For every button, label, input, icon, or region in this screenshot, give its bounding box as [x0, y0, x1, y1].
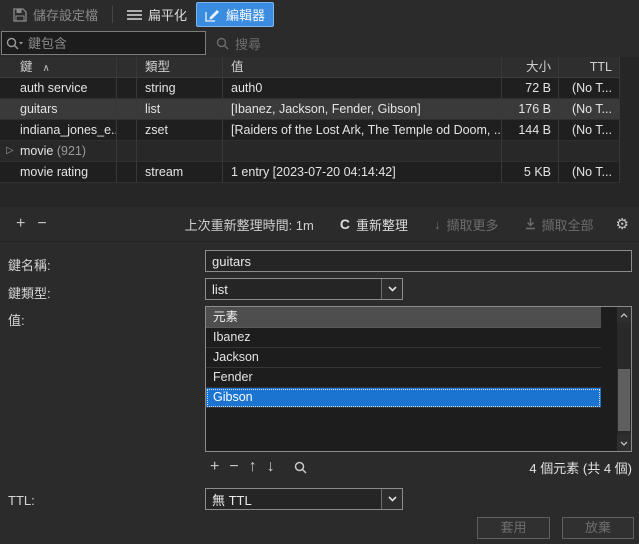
- fetch-all-icon: [525, 218, 536, 230]
- value-list: 元素 Ibanez Jackson Fender Gibson: [205, 306, 632, 452]
- key-filter-input[interactable]: [24, 35, 205, 51]
- value-list-scrollbar[interactable]: [617, 307, 631, 451]
- gear-icon[interactable]: ⚙: [616, 215, 629, 233]
- ttl-label: TTL:: [8, 493, 35, 508]
- fetch-more-button[interactable]: ↓ 擷取更多: [434, 215, 499, 234]
- value-label: 值:: [8, 313, 25, 328]
- key-name-label: 鍵名稱:: [8, 258, 51, 273]
- ttl-select[interactable]: 無 TTL: [205, 488, 403, 510]
- tree-toolbar: + − 上次重新整理時間: 1m C 重新整理 ↓ 擷取更多 擷取全部 ⚙: [0, 207, 639, 241]
- chevron-down-icon[interactable]: [381, 279, 402, 299]
- scrollbar-thumb[interactable]: [618, 369, 630, 431]
- refresh-label: 重新整理: [356, 217, 409, 233]
- search-filter-icon[interactable]: [6, 37, 24, 50]
- fetch-more-icon: ↓: [434, 216, 441, 232]
- value-list-footer: + − ↑ ↓ 4 個元素 (共 4 個): [205, 457, 632, 477]
- add-key-button[interactable]: +: [10, 216, 31, 232]
- apply-button[interactable]: 套用: [477, 517, 550, 539]
- search-icon: [216, 37, 229, 50]
- search-button-label: 搜尋: [235, 36, 262, 52]
- key-name-input[interactable]: [205, 250, 632, 272]
- list-item-selected[interactable]: Gibson: [206, 388, 601, 408]
- fetch-all-label: 擷取全部: [541, 217, 594, 233]
- chevron-down-icon[interactable]: [381, 489, 402, 509]
- column-header-size[interactable]: 大小: [502, 57, 559, 78]
- flatten-label: 扁平化: [148, 8, 188, 23]
- toolbar-separator: [112, 6, 114, 23]
- save-config-button[interactable]: 儲存設定檔: [4, 2, 107, 27]
- flatten-list-icon: [127, 9, 143, 21]
- table-row[interactable]: indiana_jones_e... zset [Raiders of the …: [0, 120, 639, 141]
- sort-ascending-icon: ∧: [42, 63, 50, 74]
- column-header-ttl[interactable]: TTL: [559, 57, 620, 78]
- expand-triangle-icon[interactable]: ▷: [6, 141, 14, 161]
- fetch-more-label: 擷取更多: [446, 217, 499, 233]
- list-item[interactable]: Fender: [206, 368, 601, 388]
- key-type-value: list: [212, 281, 228, 297]
- key-table-header: 鍵 ∧ 類型 值 大小 TTL: [0, 57, 639, 78]
- refresh-icon: C: [339, 216, 350, 232]
- last-refresh-text: 上次重新整理時間: 1m: [184, 217, 314, 233]
- key-filter-box: [1, 31, 206, 55]
- ttl-value: 無 TTL: [212, 492, 252, 508]
- value-list-column-header[interactable]: 元素: [206, 307, 601, 328]
- table-row-selected[interactable]: guitars list [Ibanez, Jackson, Fender, G…: [0, 99, 639, 120]
- refresh-button[interactable]: C 重新整理: [340, 215, 408, 234]
- list-item[interactable]: Ibanez: [206, 328, 601, 348]
- search-button[interactable]: 搜尋: [216, 34, 261, 53]
- remove-key-button[interactable]: −: [31, 216, 52, 232]
- move-up-button[interactable]: ↑: [244, 459, 262, 475]
- column-header-key[interactable]: 鍵 ∧: [0, 57, 117, 78]
- save-config-label: 儲存設定檔: [33, 8, 99, 23]
- value-editor: 鍵名稱: 鍵類型: list 值: 元素 Ibanez Jackson Fend…: [0, 241, 639, 544]
- remove-element-button[interactable]: −: [224, 459, 243, 475]
- flatten-button[interactable]: 扁平化: [118, 2, 196, 27]
- search-row: 搜尋: [0, 29, 639, 57]
- editor-button[interactable]: 編輯器: [196, 2, 275, 27]
- scroll-up-icon[interactable]: [617, 307, 631, 323]
- discard-button[interactable]: 放棄: [562, 517, 634, 539]
- key-type-select[interactable]: list: [205, 278, 403, 300]
- editor-label: 編輯器: [226, 8, 266, 23]
- table-row-expandable[interactable]: ▷ movie (921): [0, 141, 639, 162]
- redis-editor-window: 儲存設定檔 扁平化 編輯器 搜尋: [0, 0, 639, 544]
- move-down-button[interactable]: ↓: [262, 459, 280, 475]
- column-header-spacer[interactable]: [117, 57, 137, 78]
- search-elements-icon[interactable]: [294, 461, 307, 474]
- column-header-value[interactable]: 值: [223, 57, 502, 78]
- key-child-count: (921): [56, 144, 87, 158]
- key-type-label: 鍵類型:: [8, 286, 51, 301]
- main-toolbar: 儲存設定檔 扁平化 編輯器: [0, 0, 639, 29]
- list-item[interactable]: Jackson: [206, 348, 601, 368]
- key-table: 鍵 ∧ 類型 值 大小 TTL auth service string auth0…: [0, 57, 639, 207]
- fetch-all-button[interactable]: 擷取全部: [525, 215, 594, 234]
- table-row[interactable]: auth service string auth0 72 B (No T...: [0, 78, 639, 99]
- floppy-disk-icon: [13, 7, 27, 22]
- column-header-type[interactable]: 類型: [137, 57, 223, 78]
- scroll-down-icon[interactable]: [617, 435, 631, 451]
- add-element-button[interactable]: +: [205, 459, 224, 475]
- pencil-edit-icon: [205, 8, 220, 22]
- table-row[interactable]: movie rating stream 1 entry [2023-07-20 …: [0, 162, 639, 183]
- element-count-text: 4 個元素 (共 4 個): [529, 460, 632, 476]
